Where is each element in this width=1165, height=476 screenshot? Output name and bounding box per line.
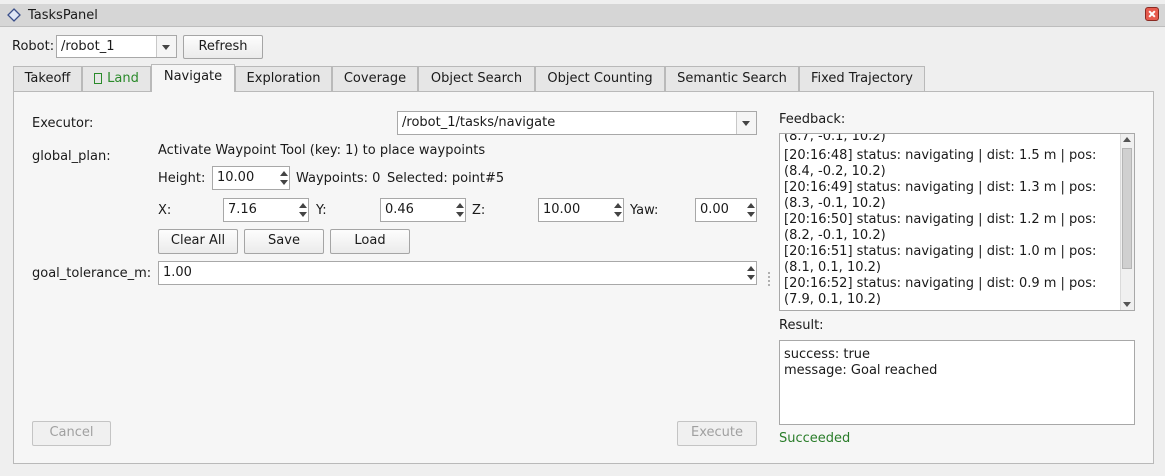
chevron-down-icon[interactable] (156, 36, 176, 57)
result-status: Succeeded (779, 431, 851, 446)
feedback-line: (8.1, 0.1, 10.2) (784, 260, 881, 275)
feedback-line: (7.9, 0.1, 10.2) (784, 292, 881, 307)
chevron-down-icon[interactable] (736, 112, 756, 134)
feedback-line: (8.2, -0.1, 10.2) (784, 228, 886, 243)
window-title-bar (0, 4, 1165, 27)
waypoint-hint: Activate Waypoint Tool (key: 1) to place… (158, 143, 486, 158)
spin-arrows-icon[interactable] (278, 167, 289, 189)
refresh-button[interactable]: Refresh (183, 35, 263, 59)
tab-navigate[interactable]: Navigate (151, 64, 235, 92)
load-button[interactable]: Load (330, 229, 410, 254)
feedback-line: (8.7, -0.1, 10.2) (784, 133, 886, 144)
feedback-scrollbar[interactable] (1120, 134, 1134, 310)
robot-label: Robot: (12, 39, 55, 54)
height-value: 10.00 (217, 170, 255, 185)
y-spinbox[interactable]: 0.46 (380, 198, 466, 222)
close-icon[interactable] (1145, 7, 1159, 21)
goal-tolerance-label: goal_tolerance_m: (32, 266, 152, 281)
robot-select[interactable]: /robot_1 (56, 35, 177, 58)
execute-button[interactable]: Execute (677, 421, 757, 446)
tab-object-counting[interactable]: Object Counting (535, 66, 665, 91)
scroll-up-icon (1123, 137, 1131, 142)
result-box[interactable]: success: true message: Goal reached (779, 340, 1135, 425)
feedback-line: [20:16:49] status: navigating | dist: 1.… (784, 180, 1097, 195)
z-value: 10.00 (543, 202, 581, 217)
tab-fixed-trajectory[interactable]: Fixed Trajectory (799, 66, 925, 91)
tab-object-search[interactable]: Object Search (418, 66, 535, 91)
executor-select-value: /robot_1/tasks/navigate (402, 115, 556, 130)
scroll-down-icon (1123, 302, 1131, 307)
yaw-value: 0.00 (700, 202, 729, 217)
x-value: 7.16 (228, 202, 257, 217)
x-label: X: (158, 203, 172, 218)
spin-arrows-icon[interactable] (745, 199, 756, 221)
z-spinbox[interactable]: 10.00 (538, 198, 624, 222)
land-icon (94, 73, 103, 84)
tab-coverage[interactable]: Coverage (332, 66, 418, 91)
goal-tolerance-spinbox[interactable]: 1.00 (158, 261, 757, 285)
feedback-line: [20:16:48] status: navigating | dist: 1.… (784, 148, 1097, 163)
x-spinbox[interactable]: 7.16 (223, 198, 309, 222)
y-label: Y: (316, 203, 327, 218)
height-label: Height: (158, 171, 206, 186)
clear-all-button[interactable]: Clear All (158, 229, 238, 254)
result-line: success: true (784, 347, 871, 362)
feedback-line: [20:16:50] status: navigating | dist: 1.… (784, 212, 1097, 227)
result-line: message: Goal reached (784, 363, 938, 378)
y-value: 0.46 (385, 202, 414, 217)
spin-arrows-icon[interactable] (745, 262, 756, 284)
z-label: Z: (472, 203, 486, 218)
spin-arrows-icon[interactable] (454, 199, 465, 221)
save-button[interactable]: Save (244, 229, 324, 254)
feedback-line: (8.3, -0.1, 10.2) (784, 196, 886, 211)
yaw-label: Yaw: (630, 203, 659, 218)
yaw-spinbox[interactable]: 0.00 (695, 198, 757, 222)
splitter-handle[interactable] (768, 272, 772, 286)
goal-tolerance-value: 1.00 (163, 265, 192, 280)
feedback-log[interactable]: (8.7, -0.1, 10.2) [20:16:48] status: nav… (779, 133, 1135, 311)
app-icon (7, 8, 21, 22)
executor-label: Executor: (32, 116, 94, 131)
feedback-line: [20:16:52] status: navigating | dist: 0.… (784, 276, 1097, 291)
waypoints-count: Waypoints: 0 (296, 171, 381, 186)
tab-exploration[interactable]: Exploration (235, 66, 332, 91)
height-spinbox[interactable]: 10.00 (212, 166, 290, 190)
feedback-label: Feedback: (779, 112, 846, 127)
robot-select-value: /robot_1 (61, 39, 115, 54)
window-title: TasksPanel (28, 8, 98, 23)
feedback-line: (8.4, -0.2, 10.2) (784, 164, 886, 179)
scroll-thumb (1122, 148, 1132, 269)
tab-land[interactable]: Land (82, 66, 151, 91)
tab-takeoff[interactable]: Takeoff (13, 66, 82, 91)
feedback-line: [20:16:51] status: navigating | dist: 1.… (784, 244, 1097, 259)
cancel-button[interactable]: Cancel (32, 421, 111, 446)
spin-arrows-icon[interactable] (297, 199, 308, 221)
executor-select[interactable]: /robot_1/tasks/navigate (397, 111, 757, 135)
global-plan-label: global_plan: (32, 149, 111, 164)
selected-waypoint: Selected: point#5 (387, 171, 505, 186)
spin-arrows-icon[interactable] (612, 199, 623, 221)
result-label: Result: (779, 318, 824, 333)
tab-semantic-search[interactable]: Semantic Search (665, 66, 799, 91)
